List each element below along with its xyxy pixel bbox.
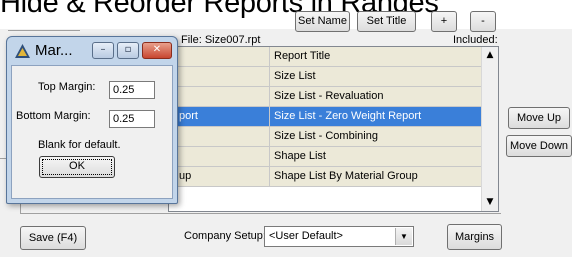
add-label: + — [440, 15, 448, 27]
move-up-label: Move Up — [516, 112, 562, 124]
set-title-button[interactable]: Set Title — [357, 11, 416, 32]
frame-line-top-left — [8, 30, 80, 31]
dropdown-arrow-icon[interactable]: ▼ — [395, 228, 412, 245]
bottom-margin-label: Bottom Margin: — [16, 110, 91, 122]
ok-label: OK — [69, 160, 85, 172]
table-row[interactable]: Size List — [169, 67, 481, 87]
row-left-cell — [169, 127, 270, 146]
grid-header-report-title: Report Title — [274, 50, 331, 62]
close-icon[interactable]: ✕ — [142, 42, 172, 59]
set-name-button[interactable]: Set Name — [295, 11, 350, 32]
table-row-selected[interactable]: port Size List - Zero Weight Report — [169, 107, 481, 127]
save-label: Save (F4) — [28, 232, 78, 244]
top-margin-label: Top Margin: — [38, 81, 96, 93]
maximize-icon[interactable]: ▫ — [117, 42, 139, 59]
row-report-title: Size List — [274, 70, 316, 82]
dialog-titlebar[interactable]: Mar... – ▫ ✕ — [7, 37, 177, 65]
report-file-label: File: Size007.rpt — [181, 34, 261, 46]
ok-button[interactable]: OK — [39, 156, 115, 178]
grid-header-row: Report Title — [169, 47, 481, 67]
table-row[interactable]: Shape List — [169, 147, 481, 167]
row-left-cell — [169, 67, 270, 86]
table-row[interactable]: Size List - Combining — [169, 127, 481, 147]
row-report-title: Size List - Combining — [274, 130, 378, 142]
bottom-margin-field[interactable]: 0.25 — [109, 110, 155, 128]
app-icon — [15, 44, 30, 58]
grid-vertical-scrollbar[interactable]: ▲ ▼ — [481, 47, 498, 211]
top-margin-field[interactable]: 0.25 — [109, 81, 155, 99]
row-report-title: Shape List By Material Group — [274, 170, 418, 182]
move-down-label: Move Down — [509, 140, 569, 152]
blank-default-hint: Blank for default. — [38, 139, 121, 151]
included-label: Included: — [453, 34, 498, 46]
row-left-cell: port — [169, 107, 270, 126]
scroll-down-arrow-icon[interactable]: ▼ — [482, 194, 498, 211]
dialog-body: Top Margin: 0.25 Bottom Margin: 0.25 Bla… — [11, 65, 173, 199]
set-name-label: Set Name — [298, 15, 347, 27]
company-setup-label: Company Setup: — [184, 230, 266, 242]
row-left-cell — [169, 87, 270, 106]
row-report-title: Shape List — [274, 150, 326, 162]
frame-line-bottom — [20, 213, 501, 214]
margins-button[interactable]: Margins — [447, 224, 502, 250]
remove-label: - — [481, 15, 485, 27]
minimize-icon[interactable]: – — [92, 42, 114, 59]
table-row[interactable]: Size List - Revaluation — [169, 87, 481, 107]
save-button[interactable]: Save (F4) — [20, 226, 86, 250]
move-down-button[interactable]: Move Down — [506, 135, 572, 157]
company-setup-select[interactable]: <User Default> ▼ — [264, 226, 414, 247]
report-ranges-window: Hide & Reorder Reports in Ranges Set Nam… — [0, 0, 572, 257]
row-report-title: Size List - Revaluation — [274, 90, 384, 102]
set-title-label: Set Title — [366, 15, 407, 27]
remove-button[interactable]: - — [470, 11, 496, 32]
margins-label: Margins — [454, 231, 495, 243]
grid-header-left — [169, 47, 270, 66]
row-left-cell — [169, 147, 270, 166]
dialog-title: Mar... — [35, 42, 73, 59]
report-grid[interactable]: Report Title Size List Size List - Reval… — [168, 46, 499, 212]
move-up-button[interactable]: Move Up — [508, 107, 570, 129]
add-button[interactable]: + — [431, 11, 457, 32]
company-setup-value: <User Default> — [269, 230, 343, 242]
margins-dialog: Mar... – ▫ ✕ Top Margin: 0.25 Bottom Mar… — [6, 36, 178, 204]
row-report-title: Size List - Zero Weight Report — [274, 110, 422, 122]
scroll-up-arrow-icon[interactable]: ▲ — [482, 47, 498, 64]
table-row[interactable]: up Shape List By Material Group — [169, 167, 481, 187]
row-left-cell: up — [169, 167, 270, 186]
